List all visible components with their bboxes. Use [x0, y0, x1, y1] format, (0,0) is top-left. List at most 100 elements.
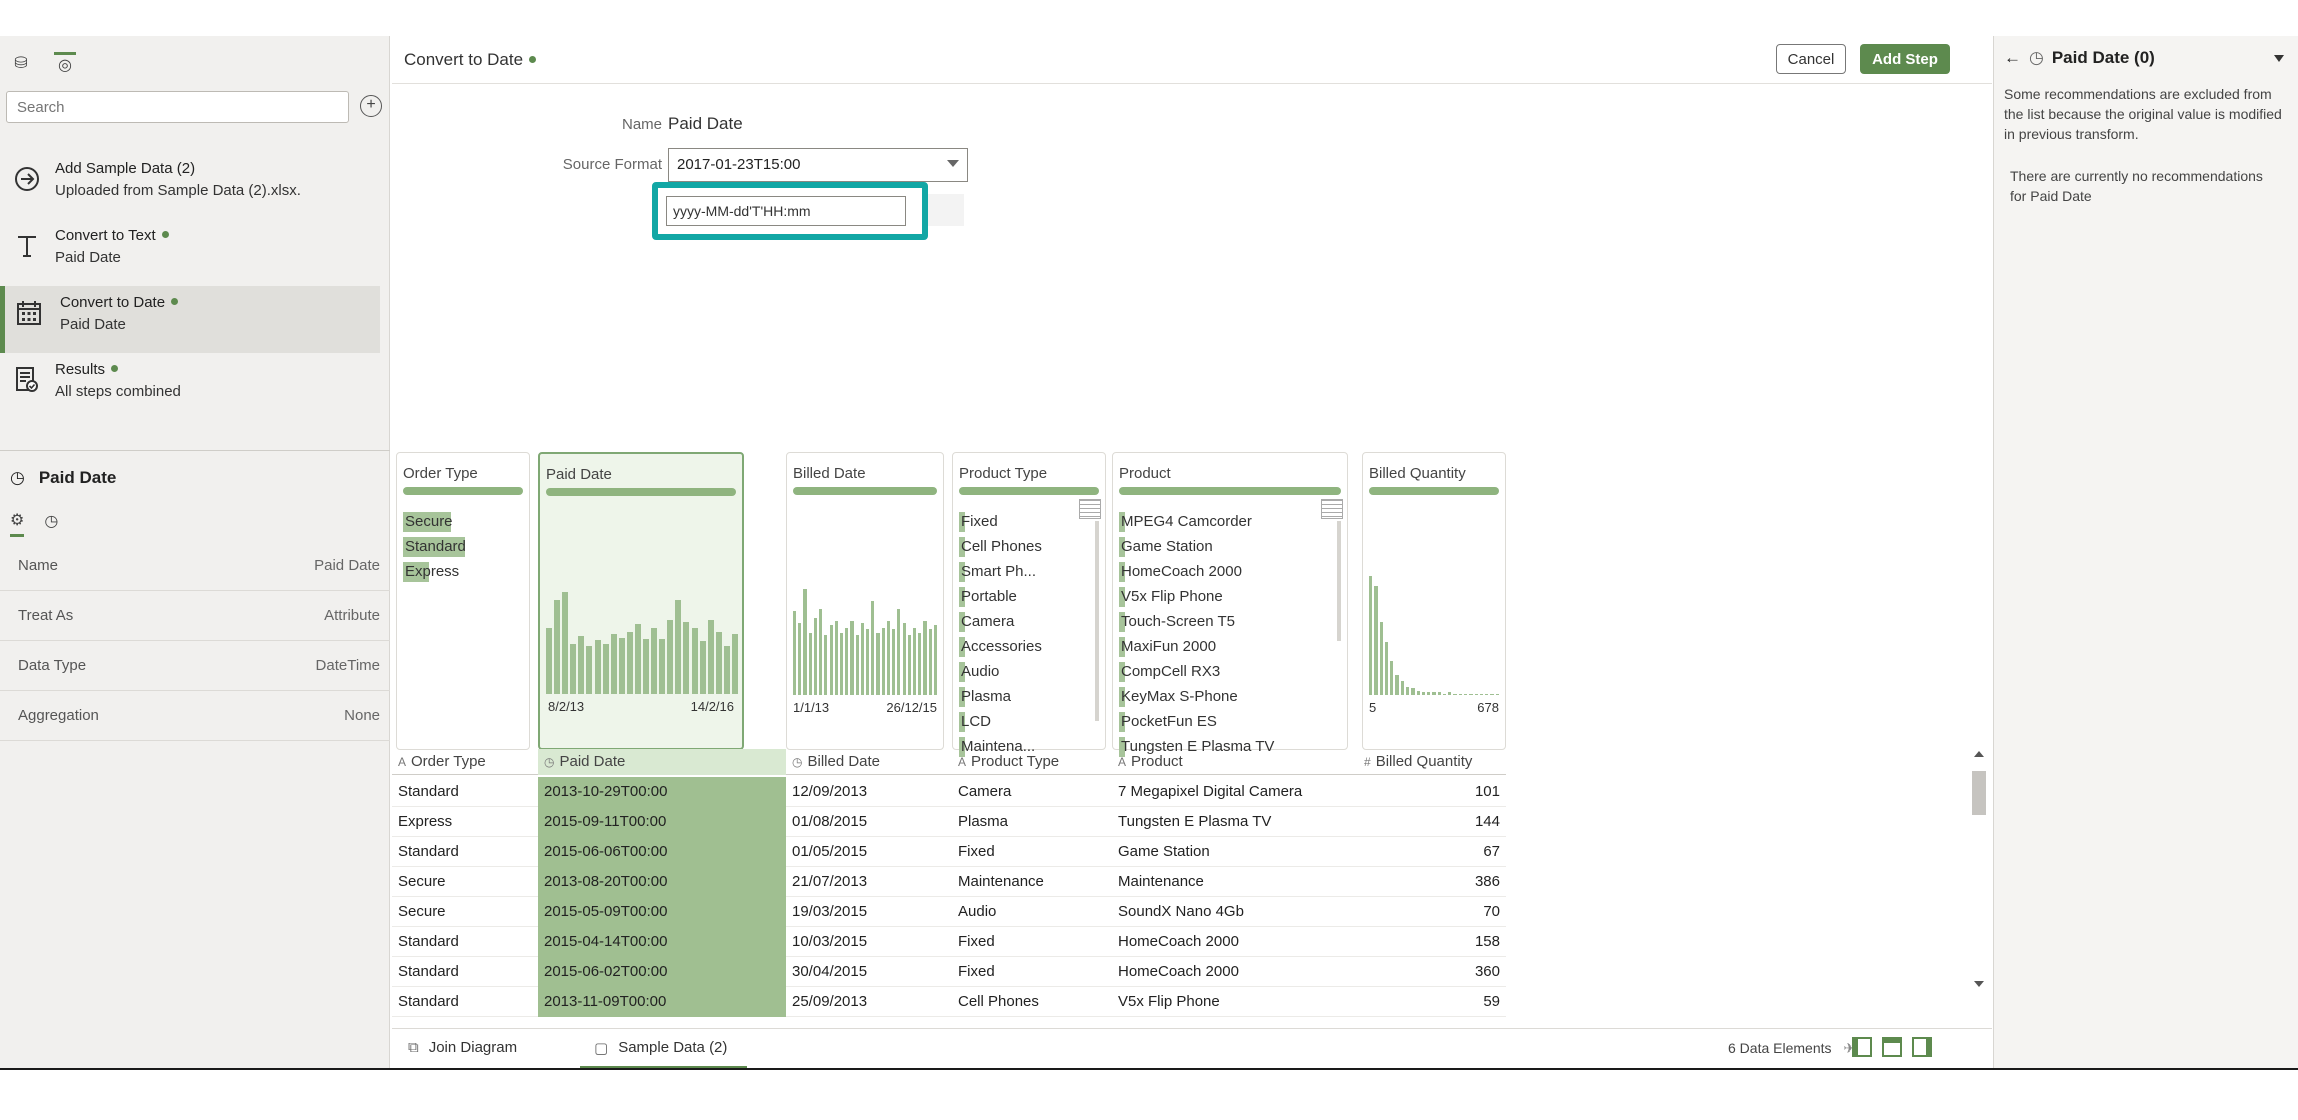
card-product[interactable]: Product MPEG4 Camcorder Game Station HomeC…: [1112, 452, 1348, 757]
histogram-bar[interactable]: [1458, 693, 1463, 695]
table-cell[interactable]: HomeCoach 2000: [1112, 927, 1358, 957]
histogram-bar[interactable]: [683, 622, 690, 694]
value-item[interactable]: Standard: [403, 536, 525, 558]
value-item[interactable]: LCD: [959, 711, 1079, 733]
table-cell[interactable]: SoundX Nano 4Gb: [1112, 897, 1358, 927]
source-format-select[interactable]: 2017-01-23T15:00: [668, 148, 968, 182]
table-cell[interactable]: Standard: [392, 987, 538, 1017]
histogram-bar[interactable]: [1395, 675, 1399, 695]
value-item[interactable]: Plasma: [959, 686, 1079, 708]
histogram-bar[interactable]: [618, 637, 625, 694]
step-results[interactable]: Results All steps combined: [0, 353, 380, 420]
table-row[interactable]: Express 2015-09-11T00:00 01/08/2015 Plasma T…: [392, 807, 1506, 837]
table-cell[interactable]: 2015-06-02T00:00: [538, 957, 786, 987]
table-row[interactable]: Standard 2015-06-02T00:00 30/04/2015 Fixed H…: [392, 957, 1506, 987]
table-cell[interactable]: 2015-05-09T00:00: [538, 897, 786, 927]
table-cell[interactable]: 2013-10-29T00:00: [538, 777, 786, 807]
database-icon[interactable]: ⛁: [10, 52, 32, 74]
table-cell[interactable]: Standard: [392, 777, 538, 807]
table-cell[interactable]: Camera: [952, 777, 1112, 807]
histogram-bar[interactable]: [912, 627, 917, 695]
table-cell[interactable]: Maintenance: [952, 867, 1112, 897]
scroll-down-icon[interactable]: [1974, 981, 1984, 987]
table-cell[interactable]: 2015-04-14T00:00: [538, 927, 786, 957]
histogram-bar[interactable]: [866, 629, 870, 695]
value-item[interactable]: Accessories: [959, 636, 1079, 658]
histogram-bar[interactable]: [578, 636, 585, 694]
histogram-bar[interactable]: [1421, 692, 1426, 695]
cancel-button[interactable]: Cancel: [1776, 44, 1846, 74]
table-cell[interactable]: Game Station: [1112, 837, 1358, 867]
histogram-bar[interactable]: [675, 600, 682, 694]
step-add-sample-data[interactable]: Add Sample Data (2) Uploaded from Sample…: [0, 152, 380, 219]
histogram-bar[interactable]: [691, 628, 698, 694]
table-cell[interactable]: 10/03/2015: [786, 927, 952, 957]
layout-left-panel-icon[interactable]: [1852, 1037, 1872, 1057]
histogram-bar[interactable]: [798, 623, 802, 695]
table-cell[interactable]: 01/08/2015: [786, 807, 952, 837]
histogram-bar[interactable]: [845, 627, 849, 695]
histogram-bar[interactable]: [602, 643, 609, 694]
histogram-bar[interactable]: [928, 629, 932, 695]
format-pattern-input[interactable]: [666, 196, 906, 226]
histogram-bar[interactable]: [860, 623, 864, 695]
histogram-bar[interactable]: [933, 625, 937, 695]
step-convert-to-text[interactable]: Convert to Text Paid Date: [0, 219, 380, 286]
histogram-bar[interactable]: [1374, 585, 1378, 695]
table-cell[interactable]: Express: [392, 807, 538, 837]
histogram-bar[interactable]: [626, 631, 633, 694]
histogram-bar[interactable]: [699, 641, 706, 694]
table-cell[interactable]: 12/09/2013: [786, 777, 952, 807]
table-cell[interactable]: Secure: [392, 867, 538, 897]
histogram-bar[interactable]: [659, 638, 666, 694]
card-paid-date[interactable]: Paid Date 8/2/13 14/2/16: [538, 452, 744, 750]
list-view-icon[interactable]: [1321, 499, 1343, 519]
histogram-bar[interactable]: [803, 589, 807, 695]
value-item[interactable]: Portable: [959, 586, 1079, 608]
histogram-bar[interactable]: [634, 624, 641, 694]
histogram-bar[interactable]: [1416, 690, 1420, 695]
table-row[interactable]: Standard 2013-11-09T00:00 25/09/2013 Cell P…: [392, 987, 1506, 1017]
histogram-bar[interactable]: [876, 632, 880, 695]
value-item[interactable]: Camera: [959, 611, 1079, 633]
histogram-bar[interactable]: [907, 635, 911, 695]
table-cell[interactable]: 7 Megapixel Digital Camera: [1112, 777, 1358, 807]
card-billed-quantity[interactable]: Billed Quantity 5 678: [1362, 452, 1506, 750]
value-item[interactable]: CompCell RX3: [1119, 661, 1315, 683]
tab-sample-data[interactable]: ▢ Sample Data (2): [580, 1029, 748, 1069]
histogram-bar[interactable]: [1453, 693, 1457, 695]
clock-tab-icon[interactable]: ◷: [44, 511, 58, 535]
value-item[interactable]: Fixed: [959, 511, 1079, 533]
table-cell[interactable]: 19/03/2015: [786, 897, 952, 927]
table-row[interactable]: Secure 2013-08-20T00:00 21/07/2013 Maintena…: [392, 867, 1506, 897]
column-header[interactable]: A Order Type: [392, 749, 538, 775]
prop-value[interactable]: None: [344, 707, 380, 724]
tab-join-diagram[interactable]: ⧉ Join Diagram: [408, 1029, 517, 1069]
histogram-bar[interactable]: [1405, 686, 1410, 695]
histogram-bar[interactable]: [892, 629, 896, 695]
table-cell[interactable]: 101: [1358, 777, 1506, 807]
value-item[interactable]: V5x Flip Phone: [1119, 586, 1315, 608]
histogram-bar[interactable]: [834, 620, 838, 695]
table-cell[interactable]: 2015-06-06T00:00: [538, 837, 786, 867]
histogram-bar[interactable]: [707, 619, 714, 694]
add-step-circle-icon[interactable]: +: [360, 95, 382, 117]
histogram-bar[interactable]: [546, 628, 553, 694]
histogram-bar[interactable]: [881, 627, 885, 695]
table-cell[interactable]: 2015-09-11T00:00: [538, 807, 786, 837]
name-value[interactable]: Paid Date: [668, 114, 743, 134]
table-cell[interactable]: Audio: [952, 897, 1112, 927]
column-header[interactable]: # Billed Quantity: [1358, 749, 1506, 775]
histogram-bar[interactable]: [1432, 692, 1436, 695]
value-item[interactable]: Audio: [959, 661, 1079, 683]
histogram-bar[interactable]: [1495, 693, 1499, 695]
table-row[interactable]: Standard 2015-04-14T00:00 10/03/2015 Fixed H…: [392, 927, 1506, 957]
value-item[interactable]: PocketFun ES: [1119, 711, 1315, 733]
column-header[interactable]: ◷ Billed Date: [786, 749, 952, 775]
histogram-bar[interactable]: [610, 634, 617, 694]
table-cell[interactable]: Plasma: [952, 807, 1112, 837]
table-cell[interactable]: Fixed: [952, 957, 1112, 987]
value-item[interactable]: Game Station: [1119, 536, 1315, 558]
scroll-thumb[interactable]: [1972, 771, 1986, 815]
back-arrow-icon[interactable]: ←: [2004, 48, 2021, 68]
